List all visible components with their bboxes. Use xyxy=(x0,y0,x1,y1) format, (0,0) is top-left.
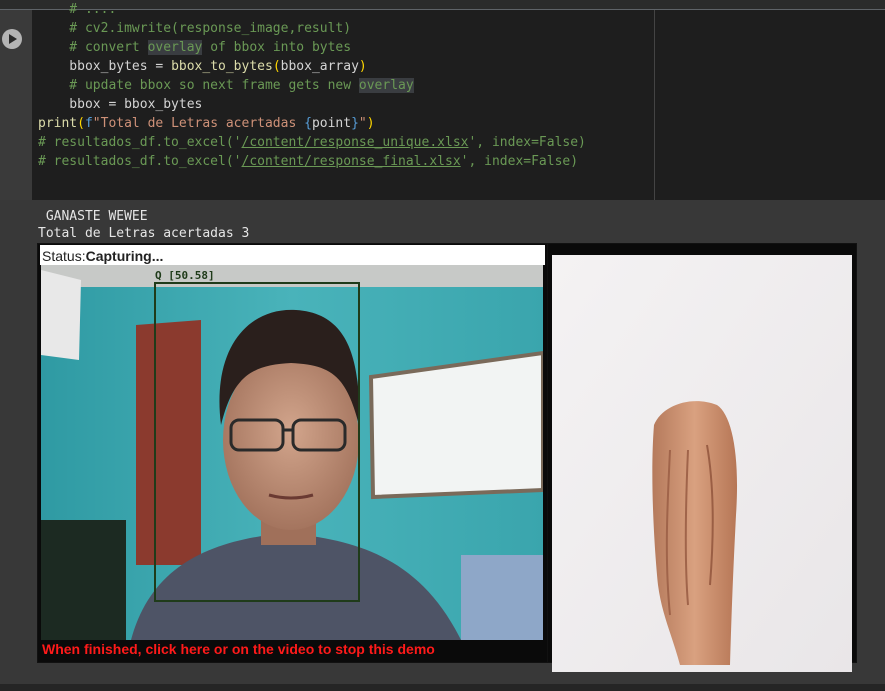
code-token: point xyxy=(311,116,352,131)
webcam-scene: Q [50.58] xyxy=(41,265,543,640)
dark-object xyxy=(41,520,126,640)
code-token: # resultados_df.to_excel(' xyxy=(38,154,242,169)
bottom-bar xyxy=(0,684,885,691)
code-token: bbox_bytes = xyxy=(38,59,172,74)
webcam-frame[interactable]: Q [50.58] xyxy=(41,265,543,640)
editor-divider xyxy=(654,10,655,200)
status-label: Status: xyxy=(42,248,86,264)
code-token: # convert xyxy=(38,40,148,55)
code-line: # resultados_df.to_excel('/content/respo… xyxy=(38,133,586,152)
code-token-path: /content/response_final.xlsx xyxy=(241,154,461,169)
code-token: # update bbox so next frame gets new xyxy=(38,78,359,93)
code-token: ', index=False) xyxy=(468,135,586,150)
papers xyxy=(41,270,81,360)
bedsheet xyxy=(461,555,543,640)
output-line: Total de Letras acertadas 3 xyxy=(38,226,250,241)
code-token-function: print xyxy=(38,116,78,131)
code-token-function: bbox_to_bytes xyxy=(171,59,273,74)
code-token-string: " xyxy=(358,116,367,131)
bbox-label: Q [50.58] xyxy=(155,269,215,282)
red-door xyxy=(136,320,201,565)
run-cell-button[interactable] xyxy=(2,29,22,49)
code-token-fstring-prefix: f xyxy=(84,116,93,131)
code-editor[interactable]: # .... # cv2.imwrite(response_image,resu… xyxy=(32,2,885,200)
code-token: ', index=False) xyxy=(460,154,579,169)
code-token-highlight: overlay xyxy=(147,40,203,55)
code-line: # cv2.imwrite(response_image,result) xyxy=(38,21,352,36)
status-bar: Status:Capturing... xyxy=(40,245,545,265)
video-stream[interactable]: Status:Capturing... Q [50.58] When finis… xyxy=(37,243,549,663)
code-line: bbox_bytes = bbox_to_bytes(bbox_array) xyxy=(38,59,367,74)
code-token: bbox_array xyxy=(280,59,359,74)
whiteboard xyxy=(368,350,543,500)
code-line: print(f"Total de Letras acertadas {point… xyxy=(38,116,375,131)
code-line: # update bbox so next frame gets new ove… xyxy=(38,76,414,95)
code-line: # convert overlay of bbox into bytes xyxy=(38,38,351,57)
code-line: # .... xyxy=(38,2,117,17)
code-token-string: "Total de Letras acertadas xyxy=(92,116,305,131)
code-token-highlight: overlay xyxy=(358,78,414,93)
top-toolbar xyxy=(0,0,885,10)
reference-panel xyxy=(547,243,857,672)
status-value: Capturing... xyxy=(85,248,164,264)
cell-gutter xyxy=(0,10,32,200)
stop-demo-link[interactable]: When finished, click here or on the vide… xyxy=(42,641,435,657)
hand-sign-image xyxy=(552,255,852,672)
code-token-path: /content/response_unique.xlsx xyxy=(241,135,469,150)
code-token: of bbox into bytes xyxy=(202,40,352,55)
code-token: # resultados_df.to_excel(' xyxy=(38,135,242,150)
output-line: GANASTE WEWEE xyxy=(38,209,148,224)
code-line: bbox = bbox_bytes xyxy=(38,97,203,112)
code-line: # resultados_df.to_excel('/content/respo… xyxy=(38,152,578,171)
